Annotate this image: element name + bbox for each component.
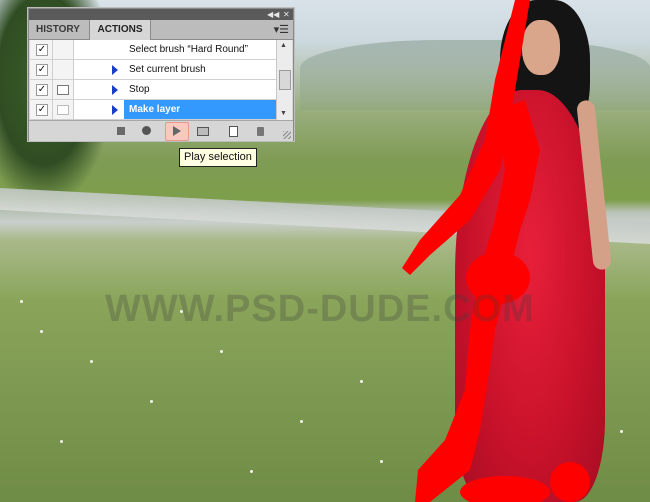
stop-icon[interactable] [115,125,127,137]
new-action-icon[interactable] [227,125,239,137]
toggle-item-cell: ✓ [30,100,53,119]
dialog-toggle-cell[interactable] [53,60,74,79]
toggle-item-cell: ✓ [30,40,53,59]
dialog-toggle-cell[interactable] [53,100,74,119]
expand-triangle-icon[interactable] [112,65,118,75]
create-set-icon[interactable] [197,125,209,137]
dialog-toggle-cell[interactable] [53,40,74,59]
toggle-item-cell: ✓ [30,80,53,99]
dialog-toggle-cell[interactable] [53,80,74,99]
panel-titlebar[interactable]: ◀◀ ✕ [29,9,293,20]
panel-footer [29,120,293,141]
actions-panel: ◀◀ ✕ HISTORY ACTIONS ▾☰ ✓ Select brush “… [28,8,294,141]
panel-tabs: HISTORY ACTIONS ▾☰ [29,20,293,40]
mask-blob-hem [460,476,550,502]
tab-actions[interactable]: ACTIONS [89,20,151,40]
action-row[interactable]: ✓ Stop [30,80,276,100]
panel-menu-icon[interactable]: ▾☰ [274,23,289,36]
checkmark-icon[interactable]: ✓ [36,44,48,56]
tab-history[interactable]: HISTORY [29,20,87,39]
checkmark-icon[interactable]: ✓ [36,84,48,96]
action-label: Set current brush [129,64,206,75]
actions-list: ✓ Select brush “Hard Round” ✓ Set curren… [30,40,292,120]
action-row[interactable]: ✓ Set current brush [30,60,276,80]
delete-icon[interactable] [255,125,267,137]
watermark: WWW.PSD-DUDE.COM [105,288,535,330]
expand-triangle-icon[interactable] [112,85,118,95]
action-row-selected[interactable]: ✓ Make layer [30,100,276,120]
scrollbar[interactable]: ▲ ▼ [276,40,292,120]
expand-triangle-icon[interactable] [112,105,118,115]
toggle-item-cell: ✓ [30,60,53,79]
close-icon[interactable]: ✕ [283,10,290,19]
action-row[interactable]: ✓ Select brush “Hard Round” [30,40,276,60]
tooltip: Play selection [179,148,257,167]
resize-grip-icon[interactable] [283,131,291,139]
collapse-icon[interactable]: ◀◀ [267,10,279,19]
scroll-thumb[interactable] [279,70,291,90]
scroll-up-icon[interactable]: ▲ [280,42,287,49]
scroll-down-icon[interactable]: ▼ [280,110,287,117]
dialog-empty-icon[interactable] [57,105,69,115]
checkmark-icon[interactable]: ✓ [36,104,48,116]
action-label: Make layer [124,100,276,119]
mask-blob-foot [550,462,590,502]
dialog-icon[interactable] [57,85,69,95]
play-icon[interactable] [165,122,189,141]
action-label: Stop [129,84,150,95]
record-icon[interactable] [141,125,153,137]
action-label: Select brush “Hard Round” [129,44,248,55]
checkmark-icon[interactable]: ✓ [36,64,48,76]
